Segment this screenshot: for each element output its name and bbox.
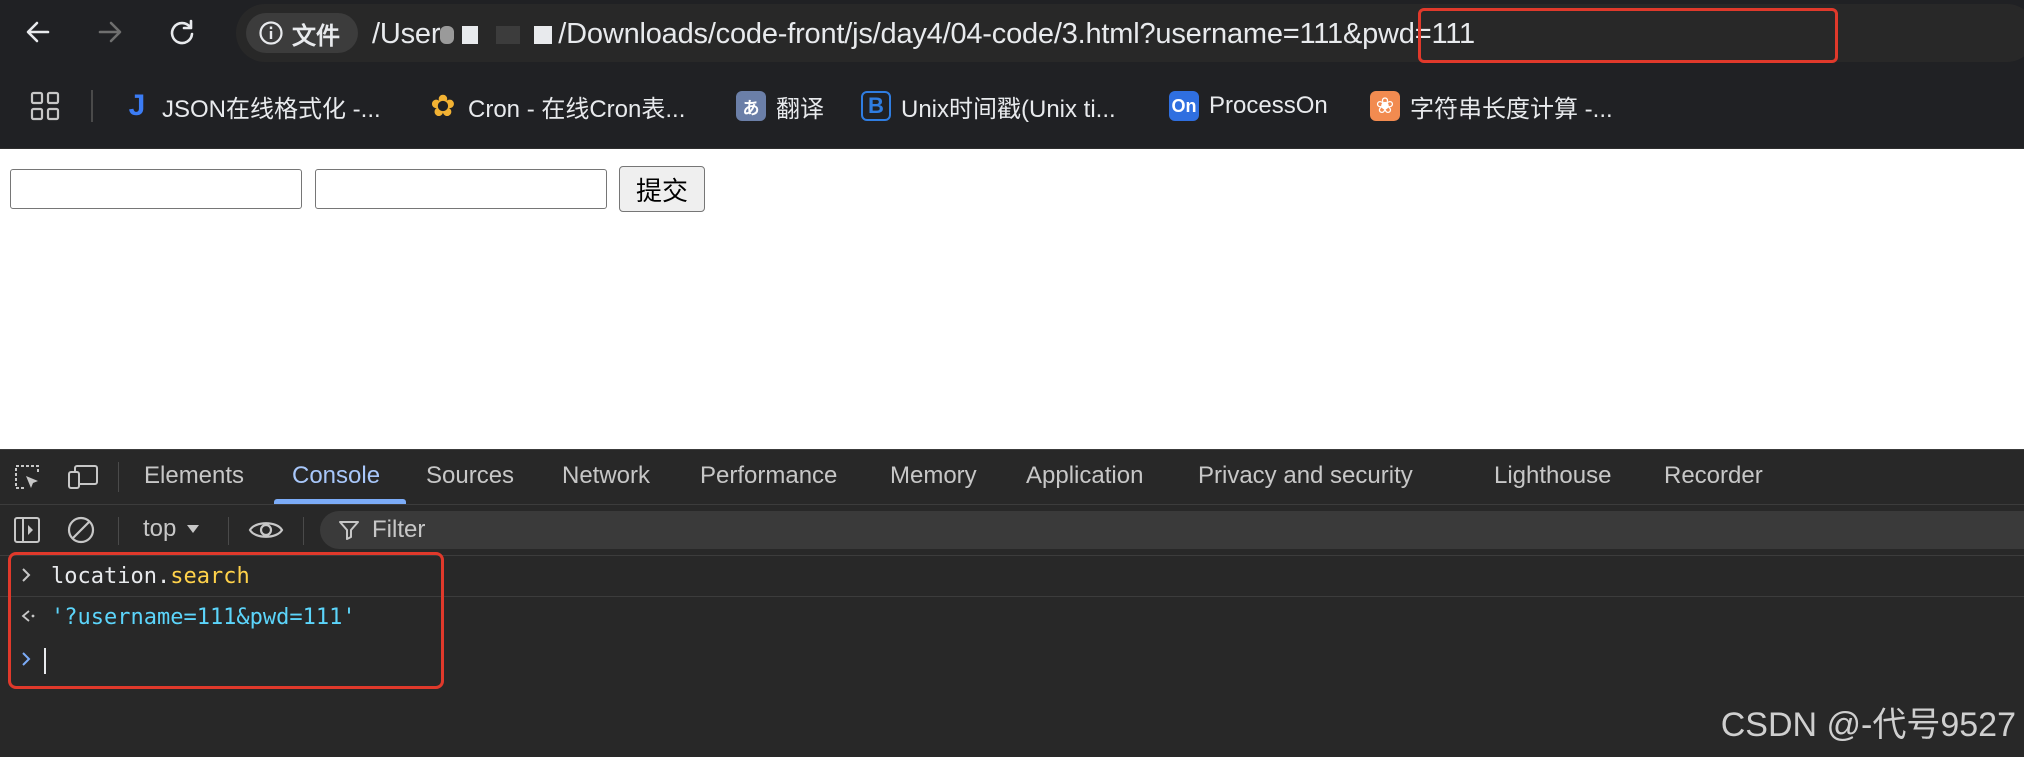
watermark-text: CSDN @-代号9527 <box>1720 706 2016 744</box>
page-content: 提交 <box>0 149 2024 449</box>
apps-grid-icon <box>30 91 60 121</box>
redacted-block <box>440 26 455 45</box>
toolbar-divider <box>228 517 229 545</box>
bookmark-label: JSON在线格式化 -... <box>162 95 381 123</box>
bookmark-translate[interactable]: あ 翻译 <box>736 86 824 126</box>
url-prefix: /User <box>372 18 441 50</box>
device-mode-icon <box>68 465 98 489</box>
tab-privacy-security[interactable]: Privacy and security <box>1198 462 1413 504</box>
flower-logo-icon: ❀ <box>1370 91 1400 121</box>
tab-network[interactable]: Network <box>562 462 650 504</box>
bookmark-unix-timestamp[interactable]: B Unix时间戳(Unix ti... <box>861 86 1116 126</box>
toolbar-divider <box>118 517 119 545</box>
redacted-block <box>534 26 553 45</box>
url-path: /Downloads/code-front/js/day4/04-code/3.… <box>558 18 1140 50</box>
reload-button[interactable] <box>162 12 202 52</box>
filter-input[interactable]: Filter <box>320 511 2024 549</box>
site-info-label: 文件 <box>292 22 340 50</box>
tab-recorder[interactable]: Recorder <box>1664 462 1763 504</box>
username-input[interactable] <box>10 169 302 209</box>
tab-memory[interactable]: Memory <box>890 462 977 504</box>
bookmark-label: 翻译 <box>776 95 824 123</box>
clear-console-button[interactable] <box>66 515 96 550</box>
submit-button[interactable]: 提交 <box>619 166 705 212</box>
active-tab-indicator <box>274 499 406 504</box>
bookmark-label: 字符串长度计算 -... <box>1410 95 1613 123</box>
bracket-b-icon: B <box>861 91 891 121</box>
url-query-highlight-box <box>1418 8 1838 63</box>
tab-lighthouse[interactable]: Lighthouse <box>1494 462 1611 504</box>
device-toolbar-button[interactable] <box>66 462 100 497</box>
toggle-sidebar-button[interactable] <box>12 515 42 550</box>
block-icon <box>67 516 95 544</box>
tab-console[interactable]: Console <box>292 462 380 504</box>
redacted-block <box>462 26 479 45</box>
bookmark-label: Cron - 在线Cron表... <box>468 95 686 123</box>
tab-application[interactable]: Application <box>1026 462 1143 504</box>
bookmark-cron[interactable]: ✿ Cron - 在线Cron表... <box>428 86 685 126</box>
url-text[interactable]: /User/Downloads/code-front/js/day4/04-co… <box>372 18 1475 51</box>
back-button[interactable] <box>18 12 58 52</box>
cron-cookie-icon: ✿ <box>430 89 456 123</box>
live-expression-button[interactable] <box>248 515 284 550</box>
bookmark-processon[interactable]: On ProcessOn <box>1169 86 1328 126</box>
reload-icon <box>170 19 194 45</box>
context-selector[interactable]: top <box>143 515 200 543</box>
inspect-cursor-icon <box>15 465 39 489</box>
password-input[interactable] <box>315 169 607 209</box>
context-label: top <box>143 515 177 542</box>
dropdown-triangle-icon <box>187 525 200 533</box>
tab-performance[interactable]: Performance <box>700 462 837 504</box>
arrow-left-icon <box>26 21 50 43</box>
filter-funnel-icon <box>339 521 359 540</box>
bookmark-json-formatter[interactable]: J JSON在线格式化 -... <box>122 86 381 126</box>
bookmarks-divider <box>91 90 93 122</box>
sidebar-icon <box>14 517 40 543</box>
tab-sources[interactable]: Sources <box>426 462 514 504</box>
console-highlight-box <box>8 552 444 689</box>
forward-button[interactable] <box>90 12 130 52</box>
eye-icon <box>248 522 284 538</box>
address-bar[interactable]: 文件 /User/Downloads/code-front/js/day4/04… <box>236 4 2024 63</box>
devtools-tab-bar: Elements Console Sources Network Perform… <box>0 450 2024 505</box>
filter-placeholder: Filter <box>372 516 426 543</box>
tab-elements[interactable]: Elements <box>144 462 244 504</box>
json-logo-icon: J <box>128 89 146 122</box>
bookmark-label: Unix时间戳(Unix ti... <box>901 95 1116 123</box>
site-info-chip[interactable]: 文件 <box>246 13 358 53</box>
info-icon <box>259 21 283 45</box>
apps-button[interactable] <box>30 86 60 126</box>
console-toolbar: top Filter <box>0 505 2024 556</box>
bookmark-label: ProcessOn <box>1209 92 1328 119</box>
processon-logo-icon: On <box>1169 91 1199 121</box>
bookmark-string-length[interactable]: ❀ 字符串长度计算 -... <box>1370 86 1613 126</box>
browser-toolbar: 文件 /User/Downloads/code-front/js/day4/04… <box>0 0 2024 66</box>
toolbar-divider <box>303 517 304 545</box>
inspect-element-button[interactable] <box>12 462 42 497</box>
redacted-block <box>496 26 521 45</box>
bookmarks-bar: J JSON在线格式化 -... ✿ Cron - 在线Cron表... あ 翻… <box>0 66 2024 149</box>
translate-icon: あ <box>736 91 766 121</box>
arrow-right-icon <box>98 21 122 43</box>
tab-divider <box>118 462 119 492</box>
